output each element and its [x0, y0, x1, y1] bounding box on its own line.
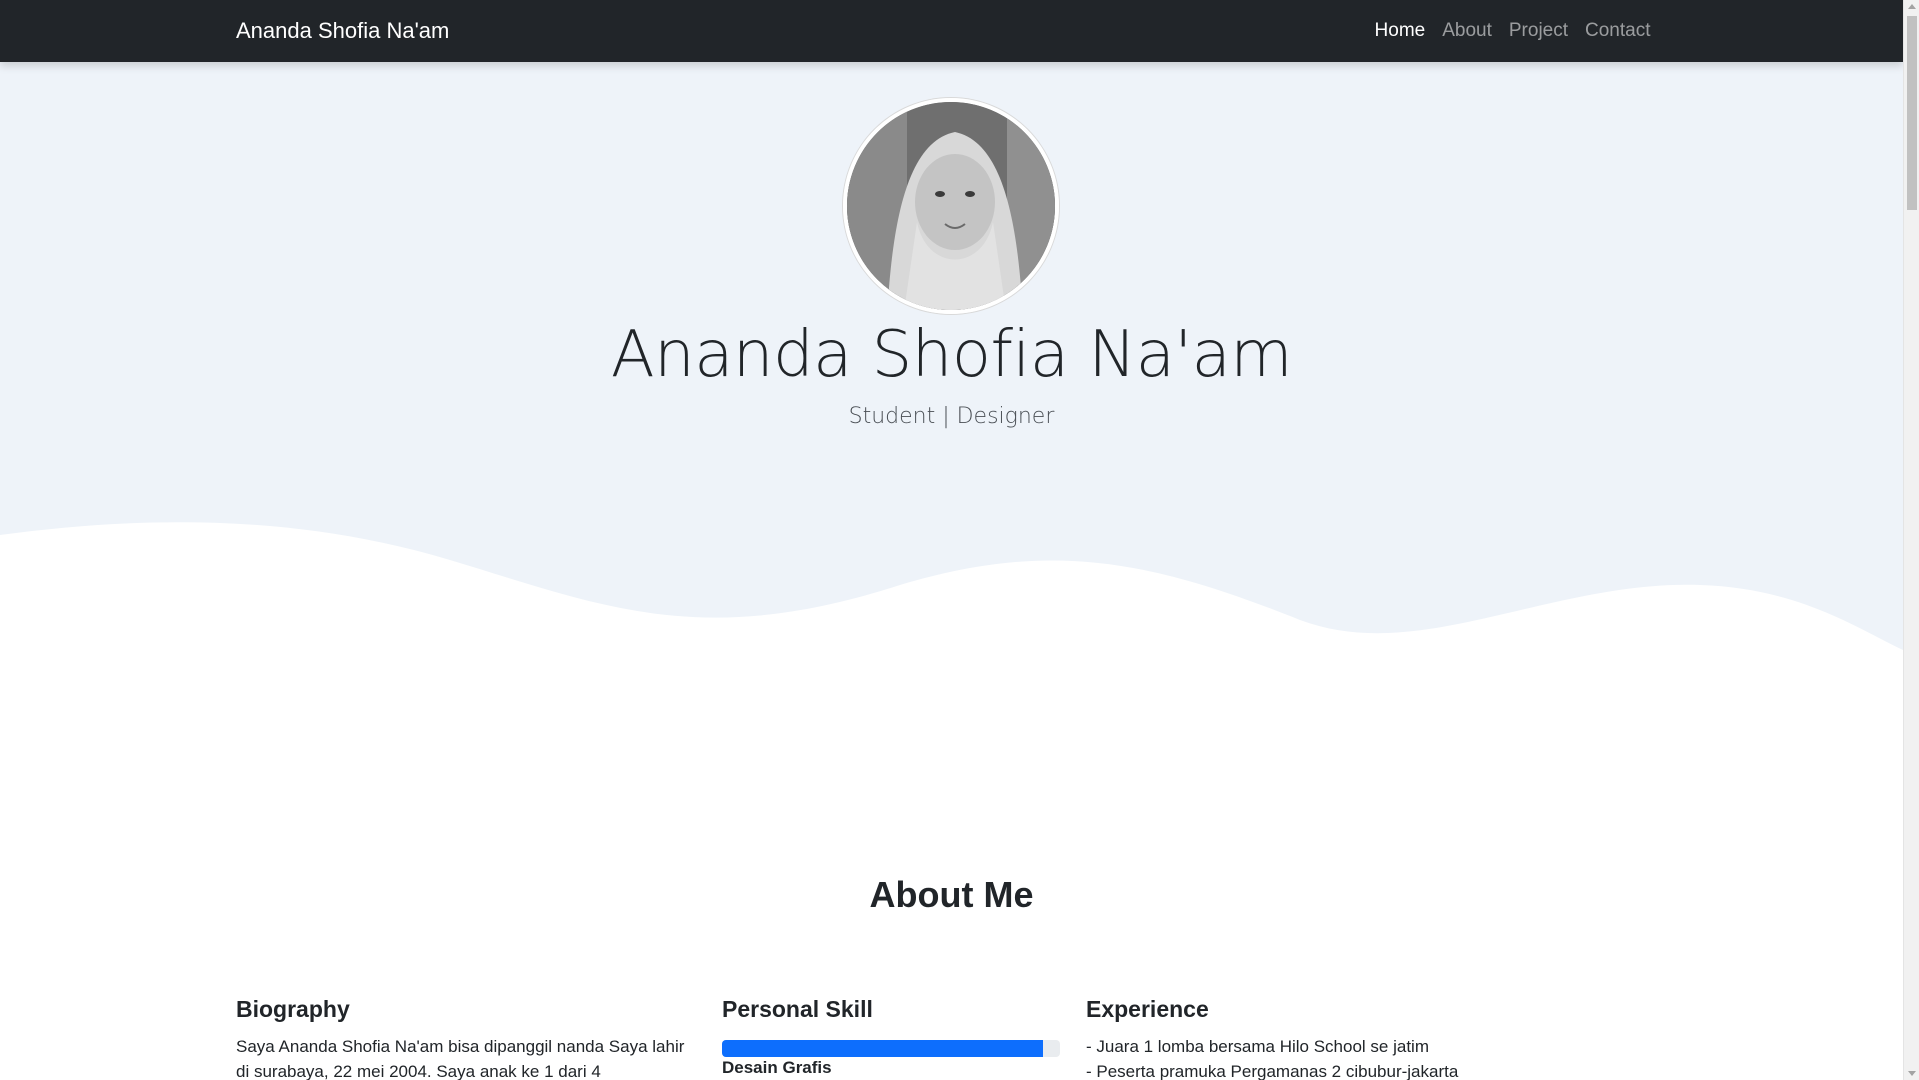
navbar-brand[interactable]: Ananda Shofia Na'am — [236, 0, 449, 62]
experience-line: - Juara 1 lomba bersama Hilo School se j… — [1086, 1037, 1429, 1056]
scrollbar-thumb[interactable] — [1907, 16, 1917, 210]
skill-progress-bar — [722, 1040, 1044, 1057]
skill-label: Desain Grafis — [722, 1058, 832, 1077]
biography-text: Saya Ananda Shofia Na'am bisa dipanggil … — [236, 1034, 696, 1080]
nav-link-home[interactable]: Home — [1366, 20, 1434, 42]
nav-links: Home About Project Contact — [1366, 0, 1659, 62]
hero-subtitle: Student | Designer — [848, 404, 1055, 429]
skill-progress — [722, 1040, 1060, 1057]
page-scrollbar[interactable] — [1903, 0, 1919, 1080]
hero-name: Ananda Shofia Na'am — [610, 318, 1293, 392]
nav-link-project[interactable]: Project — [1500, 20, 1576, 42]
biography-line: di surabaya, 22 mei 2004. Saya anak ke 1… — [236, 1062, 601, 1080]
about-title: About Me — [869, 874, 1034, 915]
nav-link-contact[interactable]: Contact — [1577, 20, 1659, 42]
top-navbar: Ananda Shofia Na'am Home About Project C… — [0, 0, 1903, 62]
wave-divider — [0, 522, 1903, 690]
person-icon — [847, 102, 1055, 310]
nav-link-about[interactable]: About — [1434, 20, 1501, 42]
scroll-down-icon[interactable] — [1908, 1071, 1916, 1076]
biography-line: Saya Ananda Shofia Na'am bisa dipanggil … — [236, 1037, 685, 1056]
experience-text: - Juara 1 lomba bersama Hilo School se j… — [1086, 1034, 1506, 1080]
experience-title: Experience — [1086, 996, 1209, 1022]
experience-line: - Peserta pramuka Pergamanas 2 cibubur-j… — [1086, 1062, 1459, 1080]
scroll-up-icon[interactable] — [1908, 4, 1916, 9]
skills-title: Personal Skill — [722, 996, 873, 1022]
biography-title: Biography — [236, 996, 350, 1022]
hero-section: Ananda Shofia Na'am Student | Designer — [0, 0, 1903, 690]
profile-photo — [843, 98, 1059, 314]
